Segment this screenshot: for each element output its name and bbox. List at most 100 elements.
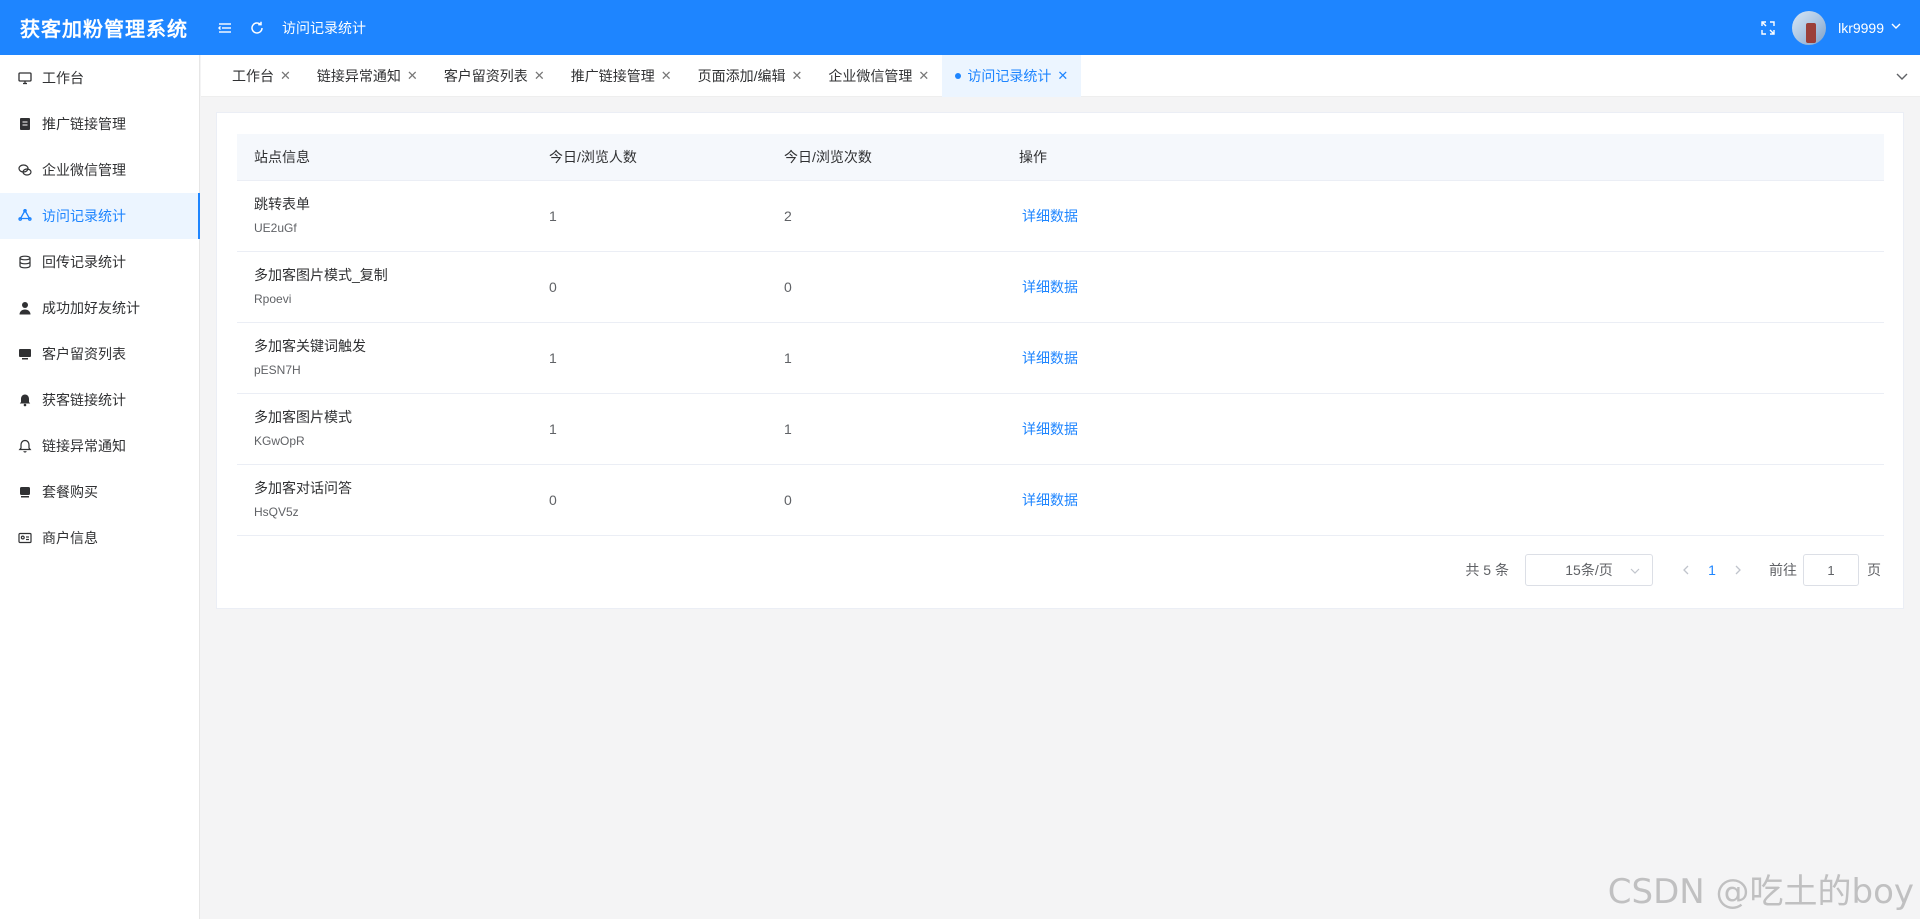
sidebar-item-wecom[interactable]: 企业微信管理 xyxy=(0,147,199,193)
views-cell: 0 xyxy=(767,251,1002,323)
site-info-cell: 跳转表单 UE2uGf xyxy=(237,180,532,252)
tab-label: 页面添加/编辑 xyxy=(697,67,786,84)
sidebar: 工作台 推广链接管理 企业微信管理 访问记录统计 回传记录统计 成功加好友统计 … xyxy=(0,55,200,919)
site-code: pESN7H xyxy=(254,362,301,377)
visit-stats-table: 站点信息 今日/浏览人数 今日/浏览次数 操作 跳转表单 UE2uGf 1 2 详… xyxy=(237,134,1884,536)
pagination: 共 5 条 15条/页 1 前往 页 xyxy=(1465,554,1881,586)
tab-label: 链接异常通知 xyxy=(316,67,401,84)
site-code: UE2uGf xyxy=(254,220,297,235)
site-info-cell: 多加客对话问答 HsQV5z xyxy=(237,464,532,536)
app-title: 获客加粉管理系统 xyxy=(20,19,188,41)
tab-customer-leads[interactable]: 客户留资列表 ✕ xyxy=(431,55,558,97)
sidebar-item-promo-links[interactable]: 推广链接管理 xyxy=(0,101,199,147)
monitor-icon xyxy=(18,71,32,85)
close-icon[interactable]: ✕ xyxy=(661,68,672,84)
close-icon[interactable]: ✕ xyxy=(792,68,803,84)
sidebar-item-label: 回传记录统计 xyxy=(42,254,126,270)
chevron-down-icon[interactable] xyxy=(1890,19,1902,37)
site-name: 多加客图片模式 xyxy=(254,408,352,425)
tab-visit-stats[interactable]: 访问记录统计 ✕ xyxy=(942,54,1082,97)
sidebar-item-label: 套餐购买 xyxy=(42,484,98,500)
tab-link-alerts[interactable]: 链接异常通知 ✕ xyxy=(304,55,431,97)
active-dot-icon xyxy=(955,72,962,79)
views-cell: 1 xyxy=(767,393,1002,465)
detail-data-link[interactable]: 详细数据 xyxy=(1019,208,1078,224)
refresh-icon[interactable] xyxy=(242,13,272,43)
page-size-select[interactable]: 15条/页 xyxy=(1525,554,1653,586)
table-row: 跳转表单 UE2uGf 1 2 详细数据 xyxy=(237,180,1884,252)
site-code: Rpoevi xyxy=(254,291,292,306)
visitors-cell: 0 xyxy=(532,464,767,536)
database-icon xyxy=(18,255,32,269)
tab-promo-links[interactable]: 推广链接管理 ✕ xyxy=(558,55,685,97)
table-row: 多加客图片模式 KGwOpR 1 1 详细数据 xyxy=(237,393,1884,465)
sidebar-item-package-purchase[interactable]: 套餐购买 xyxy=(0,469,199,515)
site-name: 多加客关键词触发 xyxy=(254,337,366,354)
sidebar-item-customer-leads[interactable]: 客户留资列表 xyxy=(0,331,199,377)
bell-icon xyxy=(18,439,32,453)
wechat-icon xyxy=(18,163,32,177)
visitors-cell: 1 xyxy=(532,393,767,465)
close-icon[interactable]: ✕ xyxy=(1057,68,1068,84)
table-header-row: 站点信息 今日/浏览人数 今日/浏览次数 操作 xyxy=(237,134,1884,181)
watermark: CSDN @吃土的boy xyxy=(1607,872,1914,912)
username[interactable]: lkr9999 xyxy=(1838,20,1884,36)
action-cell: 详细数据 xyxy=(1002,464,1884,536)
bell-filled-icon xyxy=(18,393,32,407)
site-code: KGwOpR xyxy=(254,433,305,448)
top-navbar: 获客加粉管理系统 访问记录统计 lkr9999 xyxy=(0,0,1920,55)
fullscreen-icon[interactable] xyxy=(1756,16,1780,40)
box-icon xyxy=(18,485,32,499)
views-cell: 2 xyxy=(767,180,1002,252)
detail-data-link[interactable]: 详细数据 xyxy=(1019,492,1078,508)
close-icon[interactable]: ✕ xyxy=(407,68,418,84)
sidebar-item-link-alerts[interactable]: 链接异常通知 xyxy=(0,423,199,469)
site-name: 多加客对话问答 xyxy=(254,479,352,496)
page-size-value: 15条/页 xyxy=(1565,562,1613,578)
sidebar-item-label: 访问记录统计 xyxy=(42,208,126,224)
page-number-current[interactable]: 1 xyxy=(1697,562,1727,578)
table-row: 多加客对话问答 HsQV5z 0 0 详细数据 xyxy=(237,464,1884,536)
site-info-cell: 多加客图片模式 KGwOpR xyxy=(237,393,532,465)
sidebar-item-friend-stats[interactable]: 成功加好友统计 xyxy=(0,285,199,331)
sidebar-item-label: 链接异常通知 xyxy=(42,438,126,454)
tab-page-edit[interactable]: 页面添加/编辑 ✕ xyxy=(685,55,816,97)
sidebar-item-label: 推广链接管理 xyxy=(42,116,126,132)
sidebar-item-acquisition-stats[interactable]: 获客链接统计 xyxy=(0,377,199,423)
action-cell: 详细数据 xyxy=(1002,322,1884,394)
breadcrumb: 访问记录统计 xyxy=(282,19,366,36)
sidebar-item-workbench[interactable]: 工作台 xyxy=(0,55,199,101)
tabs-bar: 工作台 ✕ 链接异常通知 ✕ 客户留资列表 ✕ 推广链接管理 ✕ 页面添加/编辑 ✕ 企业… xyxy=(201,54,1920,97)
detail-data-link[interactable]: 详细数据 xyxy=(1019,421,1078,437)
sidebar-item-visit-stats[interactable]: 访问记录统计 xyxy=(0,193,200,239)
next-page-button[interactable] xyxy=(1727,554,1749,586)
tabs-dropdown-icon[interactable] xyxy=(1894,68,1910,84)
goto-page-input[interactable] xyxy=(1803,554,1859,586)
visitors-cell: 0 xyxy=(532,251,767,323)
sidebar-item-label: 商户信息 xyxy=(42,530,98,546)
close-icon[interactable]: ✕ xyxy=(918,68,929,84)
sidebar-item-callback-stats[interactable]: 回传记录统计 xyxy=(0,239,199,285)
tab-workbench[interactable]: 工作台 ✕ xyxy=(219,55,304,97)
tab-wecom[interactable]: 企业微信管理 ✕ xyxy=(815,55,942,97)
close-icon[interactable]: ✕ xyxy=(534,68,545,84)
sidebar-item-merchant-info[interactable]: 商户信息 xyxy=(0,515,199,561)
goto-label: 前往 xyxy=(1769,562,1797,578)
close-icon[interactable]: ✕ xyxy=(280,68,291,84)
detail-data-link[interactable]: 详细数据 xyxy=(1019,279,1078,295)
sidebar-item-label: 企业微信管理 xyxy=(42,162,126,178)
document-icon xyxy=(18,117,32,131)
menu-toggle-icon[interactable] xyxy=(210,13,240,43)
sidebar-item-label: 获客链接统计 xyxy=(42,392,126,408)
site-name: 多加客图片模式_复制 xyxy=(254,266,388,283)
avatar[interactable] xyxy=(1792,10,1827,45)
visitors-cell: 1 xyxy=(532,180,767,252)
detail-data-link[interactable]: 详细数据 xyxy=(1019,350,1078,366)
prev-page-button[interactable] xyxy=(1675,554,1697,586)
screen-icon xyxy=(18,347,32,361)
table-row: 多加客关键词触发 pESN7H 1 1 详细数据 xyxy=(237,322,1884,394)
column-header: 站点信息 xyxy=(237,134,532,181)
table-row: 多加客图片模式_复制 Rpoevi 0 0 详细数据 xyxy=(237,251,1884,323)
tab-label: 客户留资列表 xyxy=(443,67,528,84)
action-cell: 详细数据 xyxy=(1002,393,1884,465)
